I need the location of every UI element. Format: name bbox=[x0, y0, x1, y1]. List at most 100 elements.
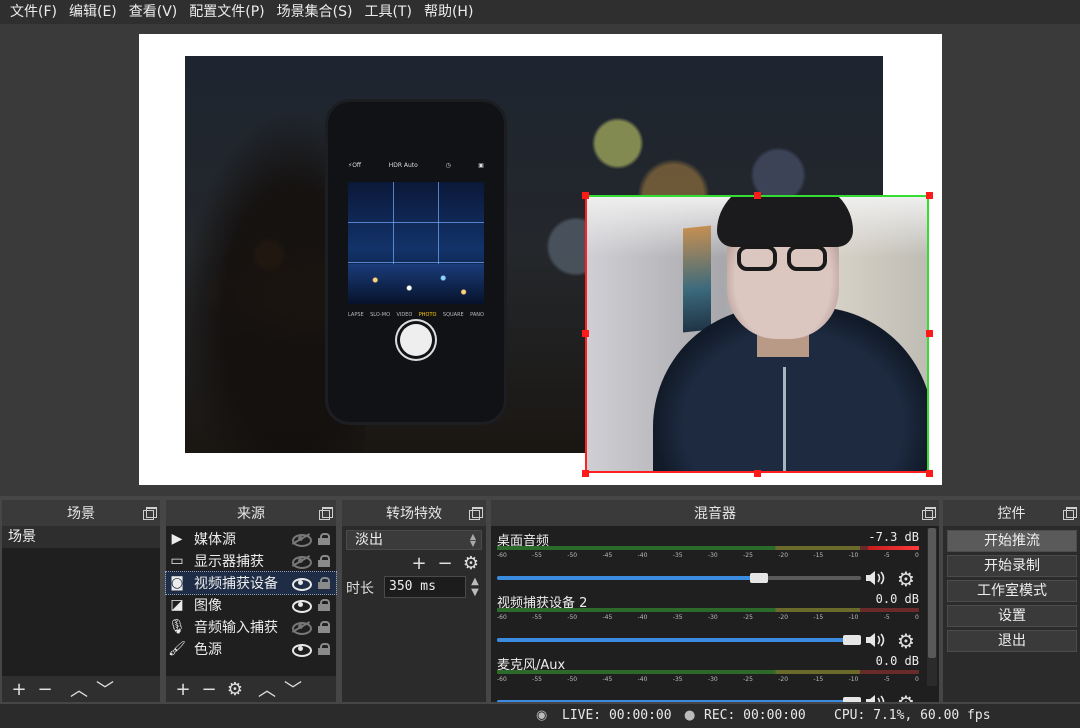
move-down-button[interactable]: ﹀ bbox=[92, 678, 118, 701]
lock-icon[interactable] bbox=[318, 555, 330, 567]
transform-handle[interactable] bbox=[582, 192, 589, 199]
transition-select[interactable]: 淡出 ▲ ▼ bbox=[346, 530, 482, 550]
slider-handle[interactable] bbox=[750, 573, 768, 583]
menu-help[interactable]: 帮助(H) bbox=[418, 0, 479, 24]
menu-file[interactable]: 文件(F) bbox=[4, 0, 63, 24]
source-label: 媒体源 bbox=[194, 532, 236, 548]
menu-profile[interactable]: 配置文件(P) bbox=[183, 0, 270, 24]
channel-settings-gear-icon[interactable]: ⚙ bbox=[895, 692, 917, 702]
undock-icon[interactable] bbox=[922, 507, 936, 520]
transform-handle[interactable] bbox=[582, 470, 589, 477]
add-source-button[interactable]: + bbox=[170, 678, 196, 700]
scene-item[interactable]: 场景 bbox=[2, 526, 160, 548]
transform-handle[interactable] bbox=[926, 192, 933, 199]
tick-label: -60 bbox=[497, 614, 507, 621]
rec-timer: REC: 00:00:00 bbox=[704, 708, 806, 723]
transform-handle[interactable] bbox=[926, 470, 933, 477]
undock-icon[interactable] bbox=[319, 507, 333, 520]
lock-icon[interactable] bbox=[318, 599, 330, 611]
record-dot-icon: ● bbox=[684, 708, 696, 723]
duration-field[interactable]: 350 ms bbox=[384, 576, 466, 598]
source-item-video-capture[interactable]: ◙ 视频捕获设备 bbox=[165, 571, 337, 595]
speaker-icon[interactable] bbox=[865, 632, 887, 648]
source-item-display[interactable]: ▭ 显示器捕获 bbox=[166, 550, 336, 572]
source-item-image[interactable]: ◪ 图像 bbox=[166, 594, 336, 616]
volume-slider[interactable] bbox=[497, 697, 861, 702]
remove-scene-button[interactable]: − bbox=[32, 678, 58, 700]
tick-label: -60 bbox=[497, 676, 507, 683]
visibility-icon[interactable] bbox=[292, 644, 312, 657]
scenes-title: 场景 bbox=[2, 500, 160, 526]
tick-label: 0 bbox=[915, 614, 919, 621]
move-down-button[interactable]: ﹀ bbox=[280, 678, 306, 701]
visibility-icon[interactable] bbox=[292, 600, 312, 613]
scrollbar-thumb[interactable] bbox=[928, 528, 936, 658]
lock-icon[interactable] bbox=[318, 643, 330, 655]
lock-icon[interactable] bbox=[318, 533, 330, 545]
volume-slider[interactable] bbox=[497, 573, 861, 583]
tick-label: -55 bbox=[532, 614, 542, 621]
source-properties-gear-icon[interactable]: ⚙ bbox=[222, 678, 248, 700]
lock-icon[interactable] bbox=[318, 577, 330, 589]
tick-label: -15 bbox=[813, 614, 824, 621]
preview-area[interactable]: ⚡Off HDR Auto ◷ ▣ LAPSE SLO-MO VIDEO PHO… bbox=[0, 24, 1080, 496]
scene-list[interactable]: 场景 + − ︿ ﹀ bbox=[2, 526, 160, 702]
speaker-icon[interactable] bbox=[865, 694, 887, 702]
slider-handle[interactable] bbox=[843, 635, 861, 645]
visibility-icon[interactable] bbox=[291, 555, 312, 569]
lock-icon[interactable] bbox=[318, 621, 330, 633]
tick-label: -25 bbox=[743, 676, 753, 683]
channel-settings-gear-icon[interactable]: ⚙ bbox=[895, 568, 917, 590]
live-timer: LIVE: 00:00:00 bbox=[562, 708, 672, 723]
transform-handle[interactable] bbox=[926, 330, 933, 337]
menu-edit[interactable]: 编辑(E) bbox=[63, 0, 123, 24]
undock-icon[interactable] bbox=[469, 507, 483, 520]
slider-handle[interactable] bbox=[843, 697, 861, 702]
undock-icon[interactable] bbox=[1063, 507, 1077, 520]
volume-slider[interactable] bbox=[497, 635, 861, 645]
visibility-icon[interactable] bbox=[292, 578, 312, 591]
source-item-color[interactable]: 🖌 色源 bbox=[166, 638, 336, 660]
mixer-title: 混音器 bbox=[491, 500, 939, 526]
phone-flash-label: ⚡Off bbox=[348, 162, 362, 169]
glasses-icon bbox=[737, 245, 777, 271]
source-item-audio-input[interactable]: 🎙 音频输入捕获 bbox=[166, 616, 336, 638]
preview-canvas[interactable]: ⚡Off HDR Auto ◷ ▣ LAPSE SLO-MO VIDEO PHO… bbox=[139, 34, 942, 485]
start-recording-button[interactable]: 开始录制 bbox=[947, 555, 1077, 577]
transition-properties-gear-icon[interactable]: ⚙ bbox=[458, 552, 484, 574]
start-streaming-button[interactable]: 开始推流 bbox=[947, 530, 1077, 552]
camera-icon: ◙ bbox=[170, 575, 184, 591]
scenes-dock: 场景 场景 + − ︿ ﹀ bbox=[2, 500, 160, 702]
add-scene-button[interactable]: + bbox=[6, 678, 32, 700]
remove-transition-button[interactable]: − bbox=[432, 552, 458, 574]
move-up-button[interactable]: ︿ bbox=[254, 678, 280, 701]
menu-view[interactable]: 查看(V) bbox=[123, 0, 184, 24]
video-capture-source-preview[interactable] bbox=[585, 195, 929, 473]
tick-label: -5 bbox=[883, 552, 890, 559]
phone-mode: LAPSE bbox=[348, 312, 364, 318]
add-transition-button[interactable]: + bbox=[406, 552, 432, 574]
studio-mode-button[interactable]: 工作室模式 bbox=[947, 580, 1077, 602]
wall-painting bbox=[683, 225, 711, 333]
duration-label: 时长 bbox=[346, 581, 374, 597]
speaker-icon[interactable] bbox=[865, 570, 887, 586]
remove-source-button[interactable]: − bbox=[196, 678, 222, 700]
move-up-button[interactable]: ︿ bbox=[66, 678, 92, 701]
transform-handle[interactable] bbox=[754, 470, 761, 477]
menu-scene-collection[interactable]: 场景集合(S) bbox=[271, 0, 359, 24]
transform-handle[interactable] bbox=[754, 192, 761, 199]
visibility-icon[interactable] bbox=[291, 533, 312, 547]
mixer-scrollbar[interactable] bbox=[927, 528, 937, 686]
source-item-media[interactable]: ▶ 媒体源 bbox=[166, 528, 336, 550]
menu-tools[interactable]: 工具(T) bbox=[358, 0, 417, 24]
source-list[interactable]: ▶ 媒体源 ▭ 显示器捕获 ◙ 视频捕获设备 ◪ 图像 🎙 音频输入捕获 🖌 色… bbox=[165, 526, 337, 702]
visibility-icon[interactable] bbox=[291, 621, 312, 635]
tick-label: -55 bbox=[532, 676, 542, 683]
exit-button[interactable]: 退出 bbox=[947, 630, 1077, 652]
settings-button[interactable]: 设置 bbox=[947, 605, 1077, 627]
duration-stepper[interactable]: ▲ ▼ bbox=[468, 576, 482, 598]
transform-handle[interactable] bbox=[582, 330, 589, 337]
undock-icon[interactable] bbox=[143, 507, 157, 520]
channel-settings-gear-icon[interactable]: ⚙ bbox=[895, 630, 917, 652]
tick-label: 0 bbox=[915, 676, 919, 683]
